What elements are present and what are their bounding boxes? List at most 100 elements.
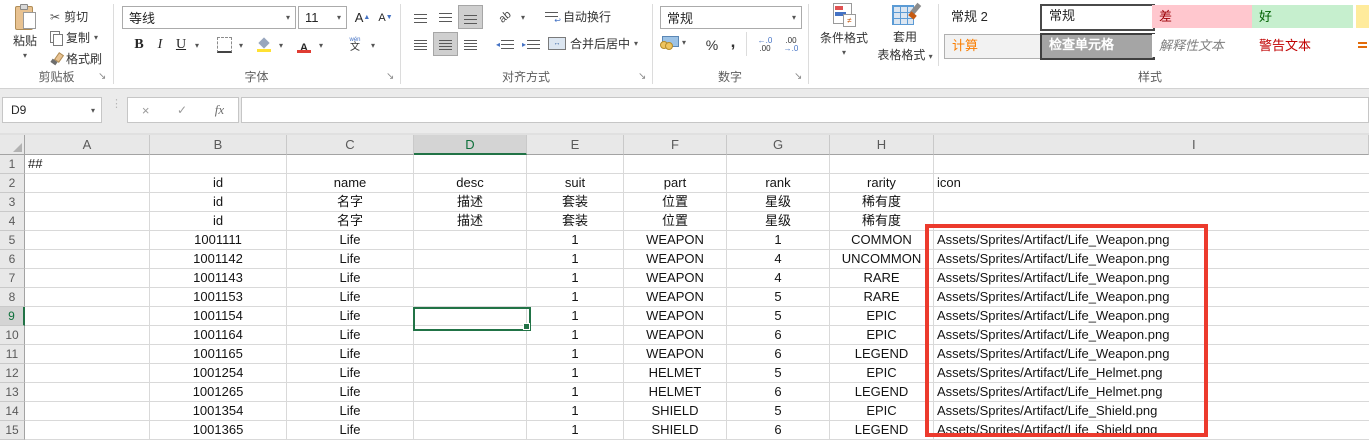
- cell-C5[interactable]: Life: [287, 231, 414, 250]
- cell-H3[interactable]: 稀有度: [830, 193, 934, 212]
- decrease-indent-button[interactable]: ◂: [492, 32, 518, 56]
- selected-cell-outline[interactable]: [413, 307, 531, 331]
- cell-A15[interactable]: [25, 421, 150, 440]
- font-size-combo[interactable]: 11 ▾: [298, 6, 347, 29]
- cell-H2[interactable]: rarity: [830, 174, 934, 193]
- cell-A12[interactable]: [25, 364, 150, 383]
- cell-E2[interactable]: suit: [527, 174, 624, 193]
- insert-function-icon[interactable]: fx: [215, 102, 224, 118]
- cell-F7[interactable]: WEAPON: [624, 269, 727, 288]
- cell-B12[interactable]: 1001254: [150, 364, 287, 383]
- cell-B9[interactable]: 1001154: [150, 307, 287, 326]
- cell-A9[interactable]: [25, 307, 150, 326]
- format-as-table-button[interactable]: 套用 表格格式 ▾: [874, 3, 936, 63]
- format-painter-button[interactable]: 格式刷: [50, 50, 102, 67]
- phonetic-dropdown[interactable]: ▾: [366, 33, 380, 57]
- cell-E1[interactable]: [527, 155, 624, 174]
- cell-A3[interactable]: [25, 193, 150, 212]
- underline-dropdown[interactable]: ▾: [190, 33, 204, 57]
- cancel-icon[interactable]: ×: [142, 103, 150, 118]
- cell-H1[interactable]: [830, 155, 934, 174]
- cell-D7[interactable]: [414, 269, 527, 288]
- cell-A7[interactable]: [25, 269, 150, 288]
- enter-icon[interactable]: ✓: [177, 103, 187, 117]
- row-header-3[interactable]: 3: [0, 193, 25, 212]
- cell-C12[interactable]: Life: [287, 364, 414, 383]
- cell-C4[interactable]: 名字: [287, 212, 414, 231]
- cell-E11[interactable]: 1: [527, 345, 624, 364]
- formula-input[interactable]: [241, 97, 1369, 123]
- accounting-format-button[interactable]: ▾: [660, 36, 686, 49]
- cell-C3[interactable]: 名字: [287, 193, 414, 212]
- fill-color-dropdown[interactable]: ▾: [274, 33, 288, 57]
- cell-D13[interactable]: [414, 383, 527, 402]
- cell-E12[interactable]: 1: [527, 364, 624, 383]
- row-header-8[interactable]: 8: [0, 288, 25, 307]
- cell-E7[interactable]: 1: [527, 269, 624, 288]
- cell-G4[interactable]: 星级: [727, 212, 830, 231]
- cell-E14[interactable]: 1: [527, 402, 624, 421]
- cell-C6[interactable]: Life: [287, 250, 414, 269]
- cell-C14[interactable]: Life: [287, 402, 414, 421]
- cell-D6[interactable]: [414, 250, 527, 269]
- row-header-1[interactable]: 1: [0, 155, 25, 174]
- name-box-dropdown-icon[interactable]: ▾: [91, 106, 101, 115]
- cell-H10[interactable]: EPIC: [830, 326, 934, 345]
- row-header-4[interactable]: 4: [0, 212, 25, 231]
- cell-F2[interactable]: part: [624, 174, 727, 193]
- cell-H15[interactable]: LEGEND: [830, 421, 934, 440]
- cell-E13[interactable]: 1: [527, 383, 624, 402]
- italic-button[interactable]: I: [150, 33, 170, 57]
- cut-button[interactable]: ✂ 剪切: [50, 8, 88, 25]
- cell-style-partial[interactable]: [1356, 34, 1369, 57]
- cell-G5[interactable]: 1: [727, 231, 830, 250]
- name-box[interactable]: D9 ▾: [2, 97, 102, 123]
- cell-G10[interactable]: 6: [727, 326, 830, 345]
- decrease-decimal-button[interactable]: .00→.0: [778, 33, 804, 57]
- cell-F5[interactable]: WEAPON: [624, 231, 727, 250]
- font-dialog-launcher-icon[interactable]: ↘: [386, 72, 394, 82]
- cell-H9[interactable]: EPIC: [830, 307, 934, 326]
- middle-align-button[interactable]: [433, 5, 458, 29]
- cell-F10[interactable]: WEAPON: [624, 326, 727, 345]
- cell-E6[interactable]: 1: [527, 250, 624, 269]
- cell-B4[interactable]: id: [150, 212, 287, 231]
- cell-I1[interactable]: [934, 155, 1369, 174]
- cell-H13[interactable]: LEGEND: [830, 383, 934, 402]
- cell-C15[interactable]: Life: [287, 421, 414, 440]
- column-header-A[interactable]: A: [25, 135, 150, 155]
- row-header-14[interactable]: 14: [0, 402, 25, 421]
- cell-D8[interactable]: [414, 288, 527, 307]
- cell-style-neutral-partial[interactable]: [1356, 5, 1369, 28]
- cell-H14[interactable]: EPIC: [830, 402, 934, 421]
- cell-B13[interactable]: 1001265: [150, 383, 287, 402]
- cell-style-calculation[interactable]: 计算: [944, 34, 1043, 59]
- bold-button[interactable]: B: [128, 33, 150, 57]
- cell-H7[interactable]: RARE: [830, 269, 934, 288]
- cell-F3[interactable]: 位置: [624, 193, 727, 212]
- column-header-E[interactable]: E: [527, 135, 624, 155]
- merge-center-button[interactable]: ↔ 合并后居中 ▾: [548, 35, 638, 52]
- row-header-7[interactable]: 7: [0, 269, 25, 288]
- cell-style-explanatory[interactable]: 解释性文本: [1152, 34, 1253, 57]
- clipboard-dialog-launcher-icon[interactable]: ↘: [98, 72, 106, 82]
- cell-F8[interactable]: WEAPON: [624, 288, 727, 307]
- cell-C1[interactable]: [287, 155, 414, 174]
- cell-C11[interactable]: Life: [287, 345, 414, 364]
- bottom-align-button[interactable]: [458, 5, 483, 29]
- cell-I3[interactable]: [934, 193, 1369, 212]
- cell-style-bad[interactable]: 差: [1152, 5, 1253, 28]
- cell-G9[interactable]: 5: [727, 307, 830, 326]
- number-dialog-launcher-icon[interactable]: ↘: [794, 72, 802, 82]
- cell-G6[interactable]: 4: [727, 250, 830, 269]
- cell-D4[interactable]: 描述: [414, 212, 527, 231]
- cell-A10[interactable]: [25, 326, 150, 345]
- increase-font-size-button[interactable]: A▲: [351, 6, 374, 29]
- cell-E8[interactable]: 1: [527, 288, 624, 307]
- column-header-B[interactable]: B: [150, 135, 287, 155]
- cell-D14[interactable]: [414, 402, 527, 421]
- comma-style-button[interactable]: ,: [724, 30, 742, 54]
- cell-B7[interactable]: 1001143: [150, 269, 287, 288]
- underline-button[interactable]: U: [170, 33, 192, 57]
- cell-E9[interactable]: 1: [527, 307, 624, 326]
